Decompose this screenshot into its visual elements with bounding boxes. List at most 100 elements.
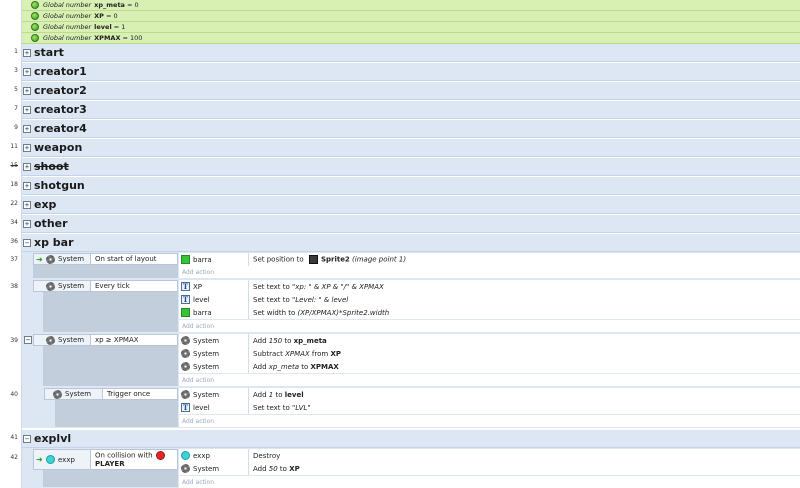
collapse-toggle[interactable]: − [24,336,32,344]
event-39-action-1[interactable]: System Add 150 to xp_meta [179,334,800,347]
sprite2-icon [308,255,318,264]
event-40-condition[interactable]: System Trigger once [44,388,178,400]
expand-toggle[interactable]: + [23,219,31,228]
group-title: creator3 [34,103,87,116]
group-title: shotgun [34,179,85,192]
group-exp[interactable]: + exp [22,196,800,214]
condition-area[interactable] [43,292,178,332]
group-title: shoot [34,160,69,173]
event-39-action-2[interactable]: System Subtract XPMAX from XP [179,347,800,360]
condition-object: ➜ exxp [34,450,91,469]
text-object-icon: T [181,282,190,291]
line-number: 39 [10,337,18,344]
group-title: xp bar [34,236,74,249]
add-action-link[interactable]: Add action [179,476,800,488]
expand-toggle[interactable]: + [23,86,31,95]
line-number: 42 [10,454,18,461]
line-number: 1 [14,48,18,55]
group-title: weapon [34,141,83,154]
group-other[interactable]: + other [22,215,800,233]
exxp-object-icon [181,451,190,460]
system-gear-icon [53,389,62,399]
condition-object: System [34,335,91,345]
group-creator3[interactable]: + creator3 [22,101,800,119]
group-creator2[interactable]: + creator2 [22,82,800,100]
sprite-icon [181,308,190,317]
sprite-icon [181,255,190,264]
global-variable-icon [31,1,39,9]
global-var-xp[interactable]: Global number XP = 0 [22,11,800,22]
event-sheet: Global number xp_meta = 0 Global number … [0,0,800,488]
text-object-icon: T [181,295,190,304]
line-number: 9 [14,124,18,131]
event-39-condition[interactable]: System xp ≥ XPMAX [33,334,178,346]
group-start[interactable]: + start [22,44,800,62]
system-gear-icon [46,254,55,264]
group-title: creator1 [34,65,87,78]
line-number: 5 [14,86,18,93]
condition-area[interactable] [33,265,178,278]
event-37-action-1[interactable]: barra Set position to Sprite2 (image poi… [179,253,800,266]
system-gear-icon [46,281,55,291]
group-weapon[interactable]: + weapon [22,139,800,157]
group-shoot[interactable]: + shoot [22,158,800,176]
group-xp-bar[interactable]: − xp bar [22,234,800,252]
expand-toggle[interactable]: + [23,143,31,152]
event-42-condition[interactable]: ➜ exxp On collision with PLAYER [33,449,178,470]
condition-object: System [45,389,103,399]
condition-object: ➜ System [34,254,91,264]
event-42-action-1[interactable]: exxp Destroy [179,449,800,462]
group-title: other [34,217,68,230]
line-number: 3 [14,67,18,74]
global-var-xp-meta[interactable]: Global number xp_meta = 0 [22,0,800,11]
event-39-action-3[interactable]: System Add xp_meta to XPMAX [179,360,800,373]
group-creator4[interactable]: + creator4 [22,120,800,138]
group-title: start [34,46,64,59]
global-variable-icon [31,34,39,42]
event-38-action-3[interactable]: barra Set width to (XP/XPMAX)*Sprite2.wi… [179,306,800,319]
group-title: creator4 [34,122,87,135]
expand-toggle[interactable]: + [23,105,31,114]
add-action-link[interactable]: Add action [179,266,800,278]
condition-area[interactable] [55,400,178,427]
event-38-action-1[interactable]: T XP Set text to "xp: " & XP & "/" & XPMA… [179,280,800,293]
add-action-link[interactable]: Add action [179,415,800,427]
line-number: 18 [10,181,18,188]
event-42-action-2[interactable]: System Add 50 to XP [179,462,800,475]
exxp-object-icon [46,455,55,464]
line-number: 34 [10,219,18,226]
expand-toggle[interactable]: + [23,181,31,190]
condition-area[interactable] [43,470,178,487]
line-number: 7 [14,105,18,112]
global-var-xpmax[interactable]: Global number XPMAX = 100 [22,33,800,44]
group-title: explvl [34,432,72,445]
global-variable-icon [31,23,39,31]
expand-toggle[interactable]: + [23,162,31,171]
expand-toggle[interactable]: + [23,200,31,209]
event-37-condition[interactable]: ➜ System On start of layout [33,253,178,265]
global-variable-icon [31,12,39,20]
event-38-condition[interactable]: System Every tick [33,280,178,292]
add-action-link[interactable]: Add action [179,374,800,386]
event-38-action-2[interactable]: Tlevel Set text to "Level: " & level [179,293,800,306]
group-creator1[interactable]: + creator1 [22,63,800,81]
text-object-icon: T [181,403,190,412]
group-title: exp [34,198,57,211]
expand-toggle[interactable]: + [23,48,31,57]
global-var-level[interactable]: Global number level = 1 [22,22,800,33]
line-number: 22 [10,200,18,207]
system-gear-icon [181,390,190,399]
line-number: 41 [10,434,18,441]
collapse-toggle[interactable]: − [23,434,31,443]
line-number: 11 [10,143,18,150]
expand-toggle[interactable]: + [23,67,31,76]
add-action-link[interactable]: Add action [179,320,800,332]
condition-object: System [34,281,91,291]
group-explvl[interactable]: − explvl [22,430,800,448]
event-40-action-1[interactable]: System Add 1 to level [179,388,800,401]
expand-toggle[interactable]: + [23,124,31,133]
event-40-action-2[interactable]: Tlevel Set text to "LVL" [179,401,800,414]
condition-area[interactable] [43,346,178,386]
group-shotgun[interactable]: + shotgun [22,177,800,195]
collapse-toggle[interactable]: − [23,238,31,247]
